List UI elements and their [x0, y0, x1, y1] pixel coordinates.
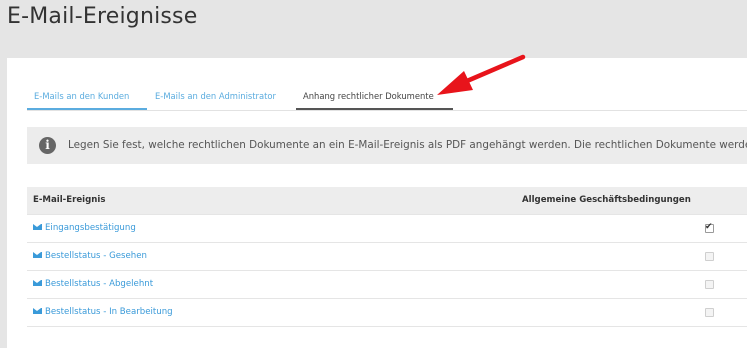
info-icon: i	[39, 137, 56, 154]
email-event-label[interactable]: Bestellstatus - In Bearbeitung	[45, 307, 173, 317]
info-text: Legen Sie fest, welche rechtlichen Dokum…	[68, 139, 747, 151]
terms-checkbox[interactable]	[705, 252, 714, 261]
email-event-link[interactable]: Bestellstatus - In Bearbeitung	[33, 307, 173, 317]
envelope-icon	[33, 223, 42, 230]
info-box: i Legen Sie fest, welche rechtlichen Dok…	[27, 127, 747, 164]
terms-checkbox[interactable]: ✔	[705, 222, 714, 233]
terms-checkbox[interactable]	[705, 280, 714, 289]
tab-bar: E-Mails an den Kunden E-Mails an den Adm…	[27, 90, 747, 111]
email-event-link[interactable]: Bestellstatus - Abgelehnt	[33, 279, 153, 289]
table-row: Bestellstatus - Gesehen	[27, 243, 747, 271]
envelope-icon	[33, 279, 42, 286]
table-row: Bestellstatus - In Bearbeitung	[27, 299, 747, 327]
email-event-label[interactable]: Bestellstatus - Abgelehnt	[45, 279, 153, 289]
table-header: E-Mail-Ereignis Allgemeine Geschäftsbedi…	[27, 187, 747, 214]
email-event-label[interactable]: Eingangsbestätigung	[45, 223, 136, 233]
email-event-link[interactable]: Bestellstatus - Gesehen	[33, 251, 147, 261]
tab-emails-admin[interactable]: E-Mails an den Administrator	[155, 90, 276, 110]
table-row: Eingangsbestätigung ✔	[27, 214, 747, 243]
envelope-icon	[33, 307, 42, 314]
tab-emails-customer[interactable]: E-Mails an den Kunden	[27, 90, 147, 110]
terms-checkbox[interactable]	[705, 308, 714, 317]
check-icon: ✔	[705, 222, 713, 232]
tab-legal-documents[interactable]: Anhang rechtlicher Dokumente	[296, 90, 453, 110]
email-event-link[interactable]: Eingangsbestätigung	[33, 223, 136, 233]
table-row: Bestellstatus - Abgelehnt	[27, 271, 747, 299]
envelope-icon	[33, 251, 42, 258]
column-header-event: E-Mail-Ereignis	[33, 195, 106, 205]
email-event-label[interactable]: Bestellstatus - Gesehen	[45, 251, 147, 261]
email-events-table: E-Mail-Ereignis Allgemeine Geschäftsbedi…	[27, 187, 747, 327]
page-title: E-Mail-Ereignisse	[7, 4, 198, 29]
content-panel: E-Mails an den Kunden E-Mails an den Adm…	[7, 58, 747, 348]
column-header-terms: Allgemeine Geschäftsbedingungen	[522, 195, 691, 205]
